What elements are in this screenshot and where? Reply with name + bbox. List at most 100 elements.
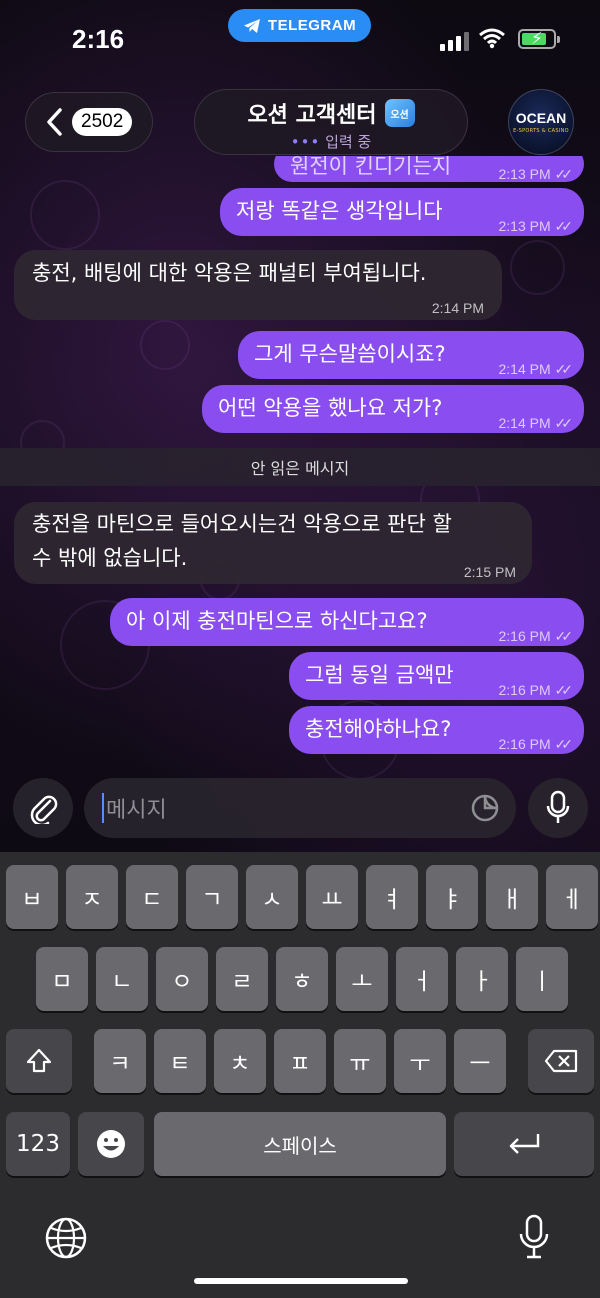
attach-button[interactable]: [13, 778, 73, 838]
key[interactable]: ㅌ: [154, 1029, 206, 1093]
message-text: 그럼 동일 금액만: [305, 663, 454, 687]
chat-title-pill[interactable]: 오션 고객센터 오션 ••• 입력 중: [194, 89, 468, 155]
message-input-placeholder: 메시지: [106, 798, 167, 823]
emoji-key[interactable]: [78, 1112, 144, 1176]
message-time: 2:13 PM: [498, 166, 551, 182]
sticker-icon[interactable]: [470, 793, 500, 823]
shift-icon: [26, 1048, 52, 1073]
message-time: 2:13 PM: [498, 218, 551, 234]
globe-icon[interactable]: [44, 1216, 88, 1260]
double-check-icon: ✓✓: [554, 218, 574, 234]
telegram-pill[interactable]: TELEGRAM: [228, 9, 371, 42]
message-text: 충전해야하나요?: [305, 717, 452, 741]
key[interactable]: ㅋ: [94, 1029, 146, 1093]
message-text-line2: 수 밖에 없습니다.: [32, 546, 188, 570]
key[interactable]: ㅁ: [36, 947, 88, 1011]
double-check-icon: ✓✓: [554, 415, 574, 431]
chevron-left-icon: [47, 108, 62, 136]
key[interactable]: ㅔ: [546, 865, 598, 929]
key[interactable]: ㄹ: [216, 947, 268, 1011]
key[interactable]: ㅓ: [396, 947, 448, 1011]
key[interactable]: ㅕ: [366, 865, 418, 929]
message-bubble[interactable]: 그럼 동일 금액만 2:16 PM ✓✓: [289, 652, 584, 700]
message-time: 2:14 PM: [498, 415, 551, 431]
avatar[interactable]: OCEAN E-SPORTS & CASINO: [508, 89, 574, 155]
key[interactable]: ㅂ: [6, 865, 58, 929]
signal-icon: [440, 32, 469, 51]
key[interactable]: ㅇ: [156, 947, 208, 1011]
avatar-subtitle: E-SPORTS & CASINO: [513, 128, 569, 134]
unread-divider: 안 읽은 메시지: [0, 448, 600, 486]
message-bubble[interactable]: 아 이제 충전마틴으로 하신다고요? 2:16 PM ✓✓: [110, 598, 584, 646]
paperclip-icon: [30, 795, 58, 824]
return-icon: [509, 1134, 540, 1154]
key[interactable]: ㅗ: [336, 947, 388, 1011]
avatar-brand: OCEAN: [515, 110, 567, 126]
double-check-icon: ✓✓: [554, 361, 574, 377]
backspace-key[interactable]: [528, 1029, 594, 1093]
message-time: 2:16 PM: [498, 682, 551, 698]
message-text: 그게 무슨말씀이시죠?: [254, 342, 446, 366]
typing-status-label: 입력 중: [325, 133, 372, 151]
message-bubble[interactable]: 저랑 똑같은 생각입니다 2:13 PM ✓✓: [220, 188, 584, 236]
message-text: 충전, 배팅에 대한 악용은 패널티 부여됩니다.: [32, 261, 427, 285]
key[interactable]: ㅈ: [66, 865, 118, 929]
message-bubble[interactable]: 충전을 마틴으로 들어오시는건 악용으로 판단 할 수 밖에 없습니다. 2:1…: [14, 502, 532, 584]
key[interactable]: ㄱ: [186, 865, 238, 929]
verified-badge-icon: 오션: [384, 99, 415, 127]
key[interactable]: ㄷ: [126, 865, 178, 929]
key[interactable]: ㅛ: [306, 865, 358, 929]
message-time: 2:16 PM: [498, 628, 551, 644]
key[interactable]: ㅣ: [516, 947, 568, 1011]
key[interactable]: ㅠ: [334, 1029, 386, 1093]
key[interactable]: ㅑ: [426, 865, 478, 929]
return-key[interactable]: [454, 1112, 594, 1176]
key[interactable]: ㅡ: [454, 1029, 506, 1093]
message-time: 2:15 PM: [463, 564, 516, 580]
double-check-icon: ✓✓: [554, 166, 574, 182]
key[interactable]: ㅜ: [394, 1029, 446, 1093]
backspace-icon: [544, 1049, 578, 1073]
text-cursor: [102, 793, 104, 823]
key[interactable]: ㅐ: [486, 865, 538, 929]
battery-icon: ⚡: [518, 29, 560, 49]
key[interactable]: ㅊ: [214, 1029, 266, 1093]
chat-title: 오션 고객센터: [247, 103, 377, 128]
key[interactable]: ㄴ: [96, 947, 148, 1011]
message-input[interactable]: 메시지: [84, 778, 516, 838]
status-bar: 2:16 TELEGRAM ⚡: [0, 0, 600, 80]
microphone-icon: [546, 790, 570, 823]
telegram-pill-label: TELEGRAM: [267, 17, 357, 34]
microphone-button[interactable]: [528, 778, 588, 838]
unread-count-badge: 2502: [72, 108, 133, 136]
message-bubble[interactable]: 충전해야하나요? 2:16 PM ✓✓: [289, 706, 584, 754]
emoji-icon: [97, 1130, 125, 1158]
unread-divider-label: 안 읽은 메시지: [250, 459, 350, 478]
typing-status: ••• 입력 중: [195, 131, 467, 152]
home-indicator[interactable]: [194, 1278, 408, 1284]
key[interactable]: ㅏ: [456, 947, 508, 1011]
space-key[interactable]: 스페이스: [154, 1112, 446, 1176]
shift-key[interactable]: [6, 1029, 72, 1093]
back-button[interactable]: 2502: [25, 92, 153, 152]
double-check-icon: ✓✓: [554, 736, 574, 752]
message-time: 2:16 PM: [498, 736, 551, 752]
message-bubble[interactable]: 그게 무슨말씀이시죠? 2:14 PM ✓✓: [238, 331, 584, 379]
double-check-icon: ✓✓: [554, 682, 574, 698]
telegram-icon: [243, 18, 260, 33]
numbers-key[interactable]: 123: [6, 1112, 70, 1176]
dictation-microphone-icon[interactable]: [518, 1214, 550, 1260]
message-text: 저랑 똑같은 생각입니다: [236, 199, 443, 223]
key[interactable]: ㅅ: [246, 865, 298, 929]
keyboard: ㅂ ㅈ ㄷ ㄱ ㅅ ㅛ ㅕ ㅑ ㅐ ㅔ ㅁ ㄴ ㅇ ㄹ ㅎ ㅗ ㅓ ㅏ ㅣ ㅋ …: [0, 852, 600, 1298]
key[interactable]: ㅎ: [276, 947, 328, 1011]
key[interactable]: ㅍ: [274, 1029, 326, 1093]
message-time: 2:14 PM: [431, 300, 484, 316]
message-bubble[interactable]: 충전, 배팅에 대한 악용은 패널티 부여됩니다. 2:14 PM: [14, 250, 502, 320]
message-text: 어떤 악용을 했나요 저가?: [218, 396, 443, 420]
typing-dots-icon: •••: [290, 133, 321, 151]
message-text: 원전이 킨디기는지: [290, 154, 452, 178]
message-text: 아 이제 충전마틴으로 하신다고요?: [126, 609, 428, 633]
message-bubble[interactable]: 어떤 악용을 했나요 저가? 2:14 PM ✓✓: [202, 385, 584, 433]
message-time: 2:14 PM: [498, 361, 551, 377]
